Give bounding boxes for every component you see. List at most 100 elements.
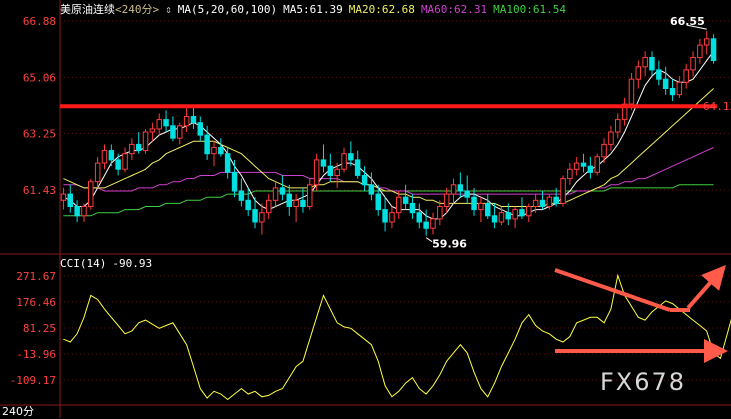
candle: [649, 51, 655, 77]
candle-body: [409, 202, 416, 214]
candle-body: [450, 184, 457, 195]
cci-tick-label: 271.67: [16, 270, 56, 283]
candle: [142, 128, 149, 154]
candle-body: [259, 212, 265, 223]
candle-body: [396, 196, 402, 214]
candle: [177, 122, 183, 145]
candle: [615, 113, 621, 139]
candle-body: [491, 215, 498, 223]
cci-tick-label: 81.25: [23, 322, 56, 335]
price-tick-label: 61.43: [23, 184, 56, 197]
low-label: 59.96: [432, 238, 467, 251]
candle-body: [313, 159, 320, 186]
candle: [464, 175, 470, 204]
candle-body: [519, 209, 525, 217]
candle: [635, 60, 641, 89]
candle-body: [553, 196, 559, 204]
candle-body: [361, 175, 368, 186]
candle-body: [286, 193, 292, 208]
candle-body: [177, 125, 183, 139]
candle: [197, 116, 203, 142]
candle: [279, 175, 286, 201]
candle-body: [156, 119, 162, 130]
candle: [587, 156, 594, 179]
candle-body: [115, 159, 121, 170]
candle: [409, 194, 416, 219]
price-tick-label: 65.06: [23, 71, 56, 84]
period-label[interactable]: 240分: [2, 403, 34, 419]
candle-body: [122, 153, 128, 170]
ma60-value: MA60:62.31: [420, 3, 488, 16]
candle: [512, 206, 518, 229]
candle-body: [437, 206, 443, 220]
candle: [320, 144, 327, 173]
candle-body: [642, 57, 648, 68]
cci-label[interactable]: CCI(14): [60, 257, 106, 270]
candle-body: [101, 150, 108, 164]
candle: [608, 125, 614, 151]
candle: [389, 206, 395, 229]
candle: [478, 197, 484, 223]
candle-body: [67, 193, 73, 208]
ma-spec[interactable]: MA(5,20,60,100): [178, 3, 277, 16]
candle-body: [94, 162, 101, 183]
candle-body: [382, 209, 388, 223]
candle-body: [464, 190, 470, 198]
candle: [238, 178, 245, 207]
candle: [402, 184, 409, 210]
candle-body: [300, 199, 306, 208]
candle-body: [389, 212, 395, 223]
candle-body: [690, 57, 696, 71]
instrument-title[interactable]: 美原油连续: [60, 3, 115, 16]
moving-average-lines: [63, 51, 715, 220]
candle: [443, 187, 450, 213]
candle: [286, 184, 292, 216]
candle-body: [293, 199, 299, 208]
candle-body: [354, 159, 361, 176]
candle: [669, 79, 676, 101]
price-tick-label: 63.25: [23, 128, 56, 141]
candle: [430, 212, 436, 235]
candle: [601, 138, 607, 164]
candle-body: [170, 125, 176, 139]
candle-body: [676, 81, 683, 96]
candle: [348, 141, 354, 167]
candle: [526, 203, 532, 223]
candle-body: [573, 162, 580, 170]
candle-body: [710, 38, 717, 61]
candle: [704, 31, 710, 55]
candle: [67, 184, 73, 213]
candle: [642, 51, 648, 77]
candle: [580, 153, 587, 173]
candle-body: [197, 122, 203, 136]
up-arrow: [686, 265, 726, 310]
candle-body: [375, 193, 381, 211]
period-selector[interactable]: <240分>: [115, 3, 159, 16]
candle-body: [327, 165, 334, 176]
candle: [259, 203, 265, 235]
candle-body: [218, 147, 224, 155]
candle-body: [704, 38, 710, 46]
candle: [485, 194, 491, 219]
candle: [621, 97, 628, 126]
ma20-value: MA20:62.68: [348, 3, 415, 16]
candle-body: [163, 119, 169, 127]
indicator-menu-icon[interactable]: ⇕: [165, 3, 172, 16]
candle-body: [430, 218, 436, 229]
candle-body: [505, 212, 511, 220]
candle-body: [60, 193, 67, 201]
candle-body: [307, 184, 313, 208]
candle-body: [526, 206, 532, 217]
candle: [101, 144, 108, 170]
candle-body: [649, 57, 655, 71]
candle-body: [587, 165, 594, 173]
candle-body: [443, 193, 450, 208]
candle: [341, 147, 347, 173]
candle: [450, 178, 457, 204]
trend-arrows: [554, 265, 728, 363]
candle: [307, 178, 313, 210]
candle: [170, 116, 176, 142]
candle-body: [546, 196, 553, 207]
price-annotations: 64.13 66.55 59.96: [425, 15, 731, 251]
candle-body: [211, 147, 217, 155]
